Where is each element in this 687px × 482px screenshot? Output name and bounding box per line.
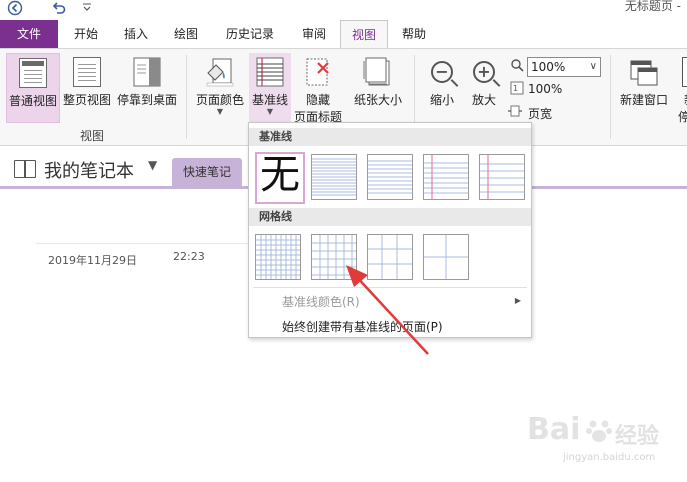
rule-none-option[interactable]: 无 <box>255 152 305 204</box>
grid-medium-option[interactable] <box>311 234 357 280</box>
zoom-100-button[interactable]: 100% <box>528 82 562 96</box>
always-create-ruled-pages[interactable]: 始终创建带有基准线的页面(P) <box>282 318 443 335</box>
zoom-out-icon: − <box>431 61 453 83</box>
grid-extra-large-option[interactable] <box>423 234 469 280</box>
zoom-out-button[interactable]: − 缩小 <box>424 53 460 123</box>
title-bar: 无标题页 - <box>0 0 687 20</box>
grid-small-option[interactable] <box>255 234 301 280</box>
submenu-arrow-icon: ▶ <box>514 296 521 305</box>
grid-large-option[interactable] <box>367 234 413 280</box>
rule-lines-header: 基准线 <box>249 128 531 146</box>
chevron-down-icon[interactable]: ▼ <box>148 158 157 172</box>
normal-view-label: 普通视图 <box>8 94 57 108</box>
paw-logo-icon <box>585 416 613 444</box>
rule-college-option[interactable] <box>367 154 413 200</box>
watermark-brand: Bai <box>527 412 581 447</box>
zoom-select[interactable]: 100% ∨ <box>527 57 601 77</box>
ribbon-tabs: 文件 开始 插入 绘图 历史记录 审阅 视图 帮助 <box>0 20 687 49</box>
hide-title-label-1: 隐藏 <box>305 93 330 107</box>
normal-view-button[interactable]: 普通视图 <box>6 53 60 123</box>
full-page-view-label: 整页视图 <box>62 93 111 107</box>
tab-insert[interactable]: 插入 <box>114 20 158 48</box>
paper-size-label: 纸张大小 <box>353 93 402 107</box>
rule-lines-dropdown: 基准线 无 网格线 基准线颜色(R) ▶ 始终创建带有基准线的页面(P) <box>248 122 532 338</box>
zoom-in-label: 放大 <box>471 93 496 107</box>
watermark-brand-2: 经验 <box>615 424 660 449</box>
paper-size-button[interactable]: 纸张大小 <box>352 53 404 123</box>
zoom-in-icon: + <box>473 61 495 83</box>
zoom-select-value: 100% <box>531 60 566 74</box>
rule-narrow-option[interactable] <box>311 154 357 200</box>
page-width-icon <box>508 104 522 118</box>
new-window-button[interactable]: 新建窗口 <box>616 53 672 123</box>
svg-text:1: 1 <box>513 84 518 93</box>
tab-review[interactable]: 审阅 <box>292 20 336 48</box>
page-color-icon <box>205 57 235 87</box>
tab-help[interactable]: 帮助 <box>392 20 436 48</box>
chevron-down-icon: ∨ <box>589 61 597 72</box>
normal-view-icon <box>19 58 47 88</box>
always-on-top-label-1: 新 <box>676 91 687 108</box>
hide-page-title-button[interactable]: 隐藏 页面标题 <box>290 53 346 125</box>
always-on-top-button[interactable]: 新 停 <box>676 53 687 133</box>
window-title: 无标题页 - <box>624 0 681 13</box>
rule-line-color-menu[interactable]: 基准线颜色(R) <box>282 293 360 310</box>
chevron-down-icon: ▼ <box>216 107 224 116</box>
notebook-icon <box>14 160 36 178</box>
group-separator <box>610 55 611 139</box>
back-icon[interactable] <box>6 0 24 18</box>
tab-draw[interactable]: 绘图 <box>164 20 208 48</box>
rule-lines-button[interactable]: 基准线 ▼ <box>249 53 291 127</box>
page-title-line[interactable] <box>36 243 250 244</box>
chevron-down-icon: ▼ <box>266 107 274 116</box>
group-view-label: 视图 <box>80 129 105 143</box>
baidu-watermark: Bai 经验 jingyan.baidu.com <box>473 412 673 474</box>
notebook-title[interactable]: 我的笔记本 <box>44 157 134 183</box>
tab-view[interactable]: 视图 <box>340 20 388 49</box>
page-time: 22:23 <box>173 250 205 263</box>
tab-file[interactable]: 文件 <box>0 20 58 48</box>
always-on-top-label-2: 停 <box>678 110 687 124</box>
zoom-100-icon: 1 <box>510 81 524 95</box>
section-tab-quick-notes[interactable]: 快速笔记 <box>172 158 242 188</box>
full-page-view-icon <box>73 57 101 87</box>
menu-separator <box>253 287 527 288</box>
dock-icon <box>133 57 161 87</box>
group-separator <box>186 55 187 139</box>
new-window-icon <box>629 57 659 87</box>
page-color-label: 页面颜色 <box>195 93 244 107</box>
tab-history[interactable]: 历史记录 <box>218 20 282 48</box>
rule-wide-option[interactable] <box>479 154 525 200</box>
customize-icon[interactable] <box>78 0 96 18</box>
page-width-button[interactable]: 页宽 <box>528 105 552 122</box>
tab-home[interactable]: 开始 <box>64 20 108 48</box>
watermark-site: jingyan.baidu.com <box>563 452 656 463</box>
hide-title-icon <box>303 57 333 87</box>
zoom-out-label: 缩小 <box>429 93 454 107</box>
dock-to-desktop-button[interactable]: 停靠到桌面 <box>114 53 180 123</box>
rule-lines-icon <box>255 57 285 87</box>
full-page-view-button[interactable]: 整页视图 <box>62 53 112 123</box>
dock-to-desktop-label: 停靠到桌面 <box>116 93 177 107</box>
new-window-label: 新建窗口 <box>619 93 668 107</box>
paper-size-icon <box>363 57 393 87</box>
always-on-top-icon <box>682 57 687 87</box>
page-date: 2019年11月29日 <box>48 254 137 267</box>
zoom-in-button[interactable]: + 放大 <box>466 53 502 123</box>
undo-icon[interactable] <box>50 0 68 18</box>
zoom-search-icon <box>510 58 524 72</box>
rule-lines-label: 基准线 <box>251 93 288 107</box>
rule-standard-option[interactable] <box>423 154 469 200</box>
page-color-button[interactable]: 页面颜色 ▼ <box>192 53 248 125</box>
grid-lines-header: 网格线 <box>249 208 531 226</box>
